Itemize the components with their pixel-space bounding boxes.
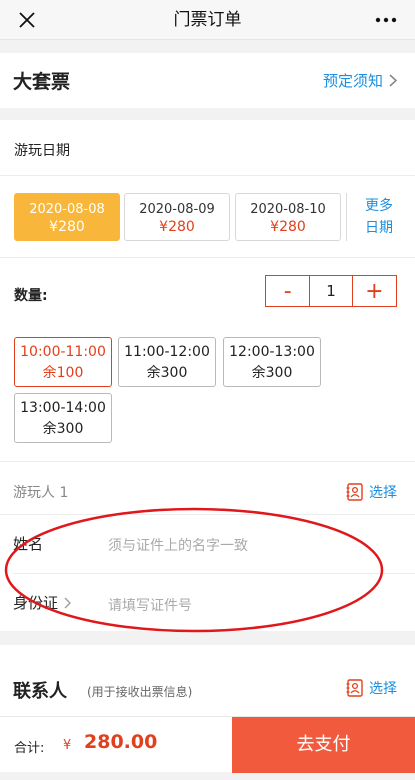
id-type-selector[interactable]: 身份证 xyxy=(13,592,71,613)
checkout-bar: 合计: ¥ 280.00 去支付 xyxy=(0,716,415,773)
slot-remaining: 余300 xyxy=(146,365,188,381)
time-slot-1200[interactable]: 12:00-13:00 余300 xyxy=(223,337,321,387)
contact-title: 联系人 xyxy=(13,681,67,702)
time-slot-1100[interactable]: 11:00-12:00 余300 xyxy=(118,337,216,387)
date-text: 2020-08-10 xyxy=(250,202,326,217)
ticket-name: 大套票 xyxy=(13,71,71,93)
contact-subtitle: (用于接收出票信息) xyxy=(87,685,193,699)
date-option-0809[interactable]: 2020-08-09 ¥280 xyxy=(124,193,230,241)
divider xyxy=(0,514,415,515)
ticket-header: 大套票 预定须知 xyxy=(0,53,415,108)
slot-time: 10:00-11:00 xyxy=(20,344,106,360)
booking-notice-label: 预定须知 xyxy=(322,72,383,90)
divider xyxy=(346,193,347,241)
contact-book-icon xyxy=(346,483,363,501)
top-navigation-bar: 门票订单 xyxy=(0,0,415,40)
date-price: ¥280 xyxy=(159,219,195,235)
page-title: 门票订单 xyxy=(173,10,242,30)
choose-label: 选择 xyxy=(369,681,397,697)
date-price: ¥280 xyxy=(49,219,85,235)
slot-remaining: 余300 xyxy=(42,421,84,437)
more-dates-button[interactable]: 更多 日期 xyxy=(360,195,398,239)
total-amount: 280.00 xyxy=(84,731,158,753)
slot-time: 11:00-12:00 xyxy=(124,344,210,360)
increase-button[interactable]: + xyxy=(353,276,396,306)
chevron-right-icon xyxy=(389,74,397,87)
pay-button[interactable]: 去支付 xyxy=(232,717,415,773)
traveler-label: 游玩人 1 xyxy=(13,485,69,501)
more-dates-label-line2: 日期 xyxy=(365,220,393,236)
currency-symbol: ¥ xyxy=(63,738,72,753)
time-slot-1000[interactable]: 10:00-11:00 余100 xyxy=(14,337,112,387)
visit-date-label: 游玩日期 xyxy=(14,143,70,159)
name-input[interactable]: 须与证件上的名字一致 xyxy=(108,535,248,555)
more-dates-label-line1: 更多 xyxy=(365,198,393,214)
more-button[interactable] xyxy=(371,7,401,33)
date-text: 2020-08-08 xyxy=(29,202,105,217)
choose-traveler-button[interactable]: 选择 xyxy=(346,482,397,502)
divider xyxy=(13,573,415,574)
id-number-input[interactable]: 请填写证件号 xyxy=(108,595,192,615)
divider xyxy=(0,257,415,258)
more-icon xyxy=(375,17,397,23)
total-label: 合计: xyxy=(14,741,45,756)
choose-contact-button[interactable]: 选择 xyxy=(346,678,397,698)
date-option-0810[interactable]: 2020-08-10 ¥280 xyxy=(235,193,341,241)
quantity-stepper: - 1 + xyxy=(265,275,397,307)
quantity-label: 数量: xyxy=(14,288,48,304)
contact-book-icon xyxy=(346,679,363,697)
date-price: ¥280 xyxy=(270,219,306,235)
time-slot-1300[interactable]: 13:00-14:00 余300 xyxy=(14,393,112,443)
decrease-button[interactable]: - xyxy=(266,276,309,306)
slot-remaining: 余100 xyxy=(42,365,84,381)
slot-time: 12:00-13:00 xyxy=(229,344,315,360)
booking-form: 游玩日期 2020-08-08 ¥280 2020-08-09 ¥280 202… xyxy=(0,120,415,631)
divider xyxy=(0,175,415,176)
quantity-value[interactable]: 1 xyxy=(309,276,353,306)
date-option-0808[interactable]: 2020-08-08 ¥280 xyxy=(14,193,120,241)
divider xyxy=(0,461,415,462)
name-label: 姓名 xyxy=(13,535,44,553)
slot-time: 13:00-14:00 xyxy=(20,400,106,416)
date-text: 2020-08-09 xyxy=(139,202,215,217)
id-type-label: 身份证 xyxy=(13,594,59,612)
booking-notice-link[interactable]: 预定须知 xyxy=(323,70,397,91)
chevron-right-icon xyxy=(64,597,71,608)
slot-remaining: 余300 xyxy=(251,365,293,381)
choose-label: 选择 xyxy=(369,485,397,501)
